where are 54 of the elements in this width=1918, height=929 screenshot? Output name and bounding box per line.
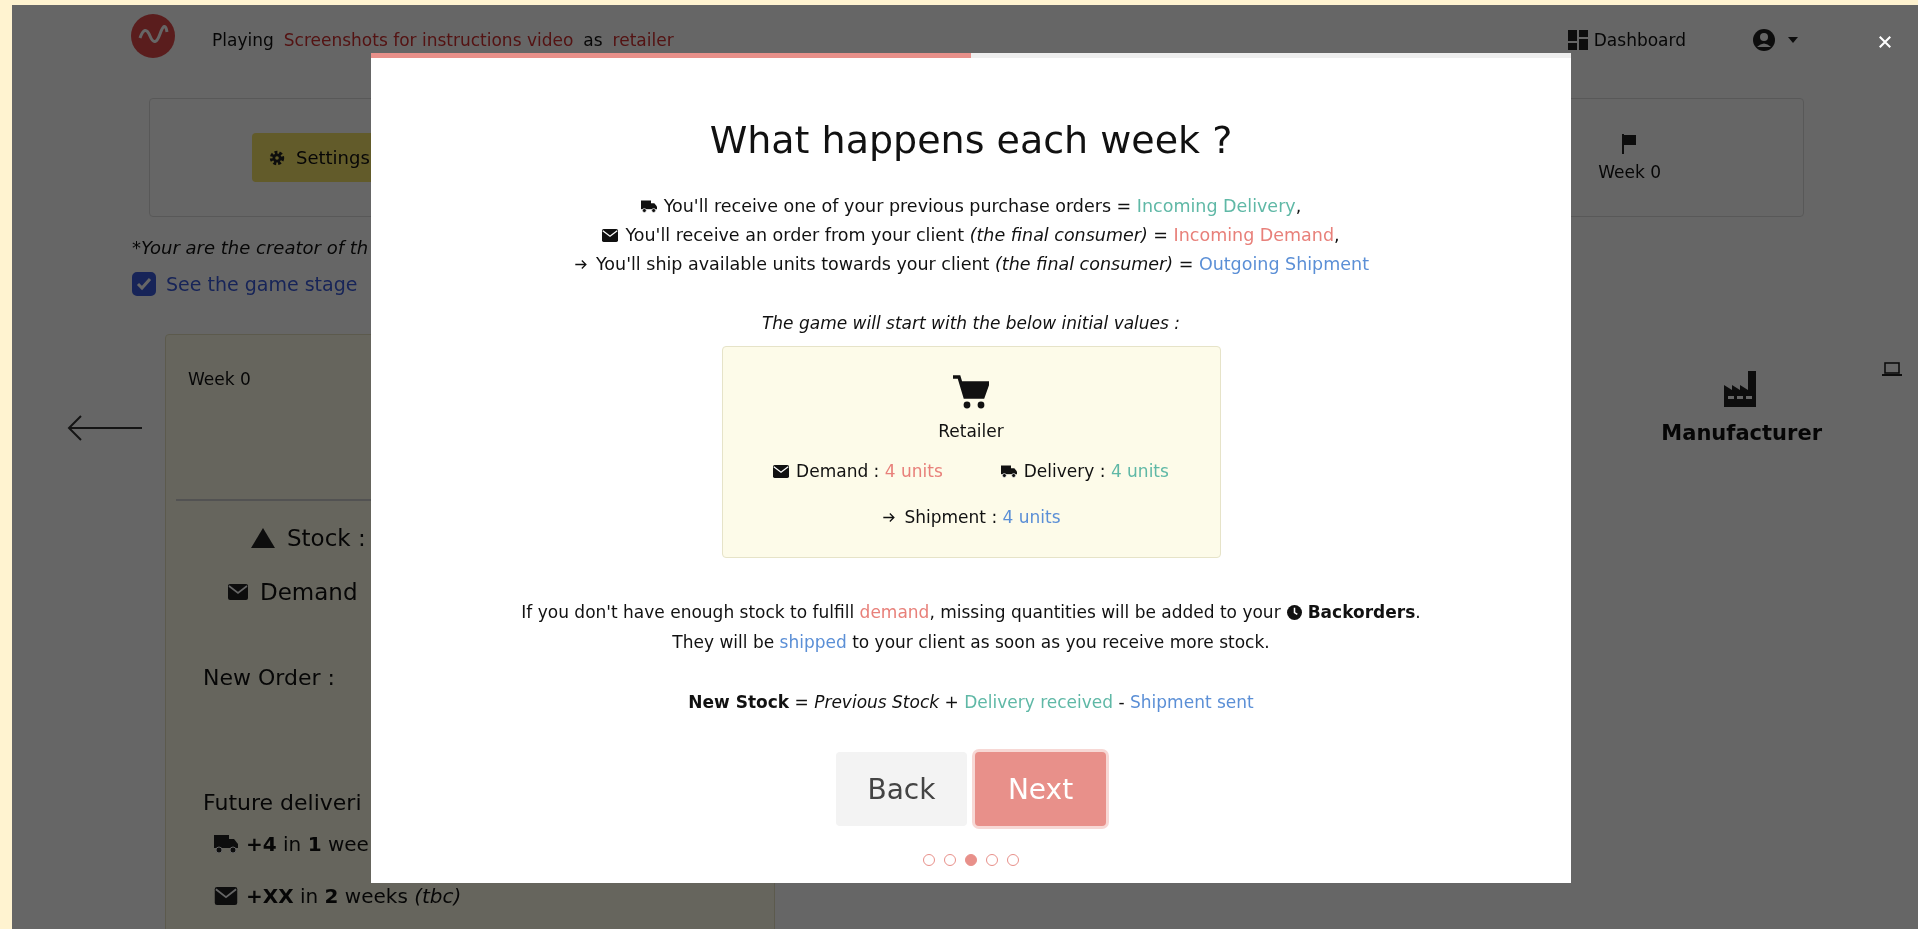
- flag-icon: [1621, 133, 1638, 154]
- stage-checkbox[interactable]: [132, 272, 156, 296]
- mail-icon: [228, 584, 248, 600]
- caret-icon[interactable]: [1788, 37, 1798, 43]
- backorders-term: Backorders.: [1307, 602, 1421, 622]
- arrow-right-icon: [573, 257, 589, 271]
- week-label: Week 0: [1598, 161, 1661, 182]
- shipped-text: They will be shipped to your client as soon as you receive more stock.: [672, 632, 1270, 652]
- stock-label: Stock :: [287, 525, 366, 551]
- next-button[interactable]: Next: [975, 752, 1106, 826]
- manufacturer-label: Manufacturer: [1661, 421, 1822, 445]
- triangle-icon: [251, 528, 275, 548]
- future-delivery-text: +4 in 1 wee: [246, 833, 369, 855]
- initial-value-text: Shipment : 4 units: [904, 507, 1061, 527]
- back-button[interactable]: Back: [836, 752, 967, 826]
- future-deliveries-label: Future deliveri: [203, 790, 362, 815]
- stock-formula: New Stock = Previous Stock + Delivery received - Shipment sent: [688, 692, 1254, 712]
- playing-label: Playing: [212, 30, 274, 50]
- initial-values-caption: The game will start with the below initial values :: [761, 313, 1181, 333]
- mail-icon: [214, 887, 238, 905]
- close-icon[interactable]: [1878, 35, 1892, 49]
- truck-icon: [214, 835, 238, 853]
- user-icon[interactable]: [1752, 28, 1776, 52]
- future-delivery-text: +XX in 2 weeks (tbc): [246, 885, 462, 907]
- dashboard-icon[interactable]: [1567, 30, 1588, 50]
- cart-icon: [953, 375, 989, 409]
- dashboard-link[interactable]: Dashboard: [1593, 30, 1686, 50]
- game-link[interactable]: Screenshots for instructions video: [283, 30, 574, 50]
- laptop-icon: [1882, 362, 1902, 376]
- truck-icon: [640, 199, 657, 213]
- mail-icon: [602, 228, 619, 242]
- role-label: Retailer: [938, 421, 1004, 441]
- event-text: You'll receive one of your previous purchase orders = Incoming Delivery,: [663, 196, 1302, 216]
- backorder-text: If you don't have enough stock to fulfill demand, missing quantities will be added to your: [521, 602, 1281, 622]
- demand-label: Demand: [260, 579, 358, 605]
- role-link[interactable]: retailer: [612, 30, 674, 50]
- creator-note: *Your are the creator of th: [132, 237, 369, 258]
- step-dot[interactable]: [965, 854, 977, 866]
- initial-value-text: Demand : 4 units: [796, 461, 943, 481]
- week-label: Week 0: [188, 369, 251, 389]
- arrow-right-icon: [881, 510, 898, 524]
- back-arrow-icon[interactable]: [67, 415, 143, 441]
- checkbox-label[interactable]: See the game stage: [166, 273, 358, 295]
- truck-icon: [1000, 464, 1017, 478]
- clock-icon: [1286, 604, 1302, 620]
- gear-icon: [268, 148, 286, 167]
- new-order-label: New Order :: [203, 665, 335, 690]
- event-text: You'll ship available units towards your client (the final consumer) = Outgoing Shipment: [596, 254, 1369, 274]
- mail-icon: [773, 464, 790, 478]
- event-text: You'll receive an order from your client (the final consumer) = Incoming Demand,: [625, 225, 1340, 245]
- logo-icon[interactable]: [131, 14, 175, 58]
- initial-value-text: Delivery : 4 units: [1023, 461, 1169, 481]
- modal-title: What happens each week ?: [709, 118, 1233, 162]
- as-label: as: [583, 30, 603, 50]
